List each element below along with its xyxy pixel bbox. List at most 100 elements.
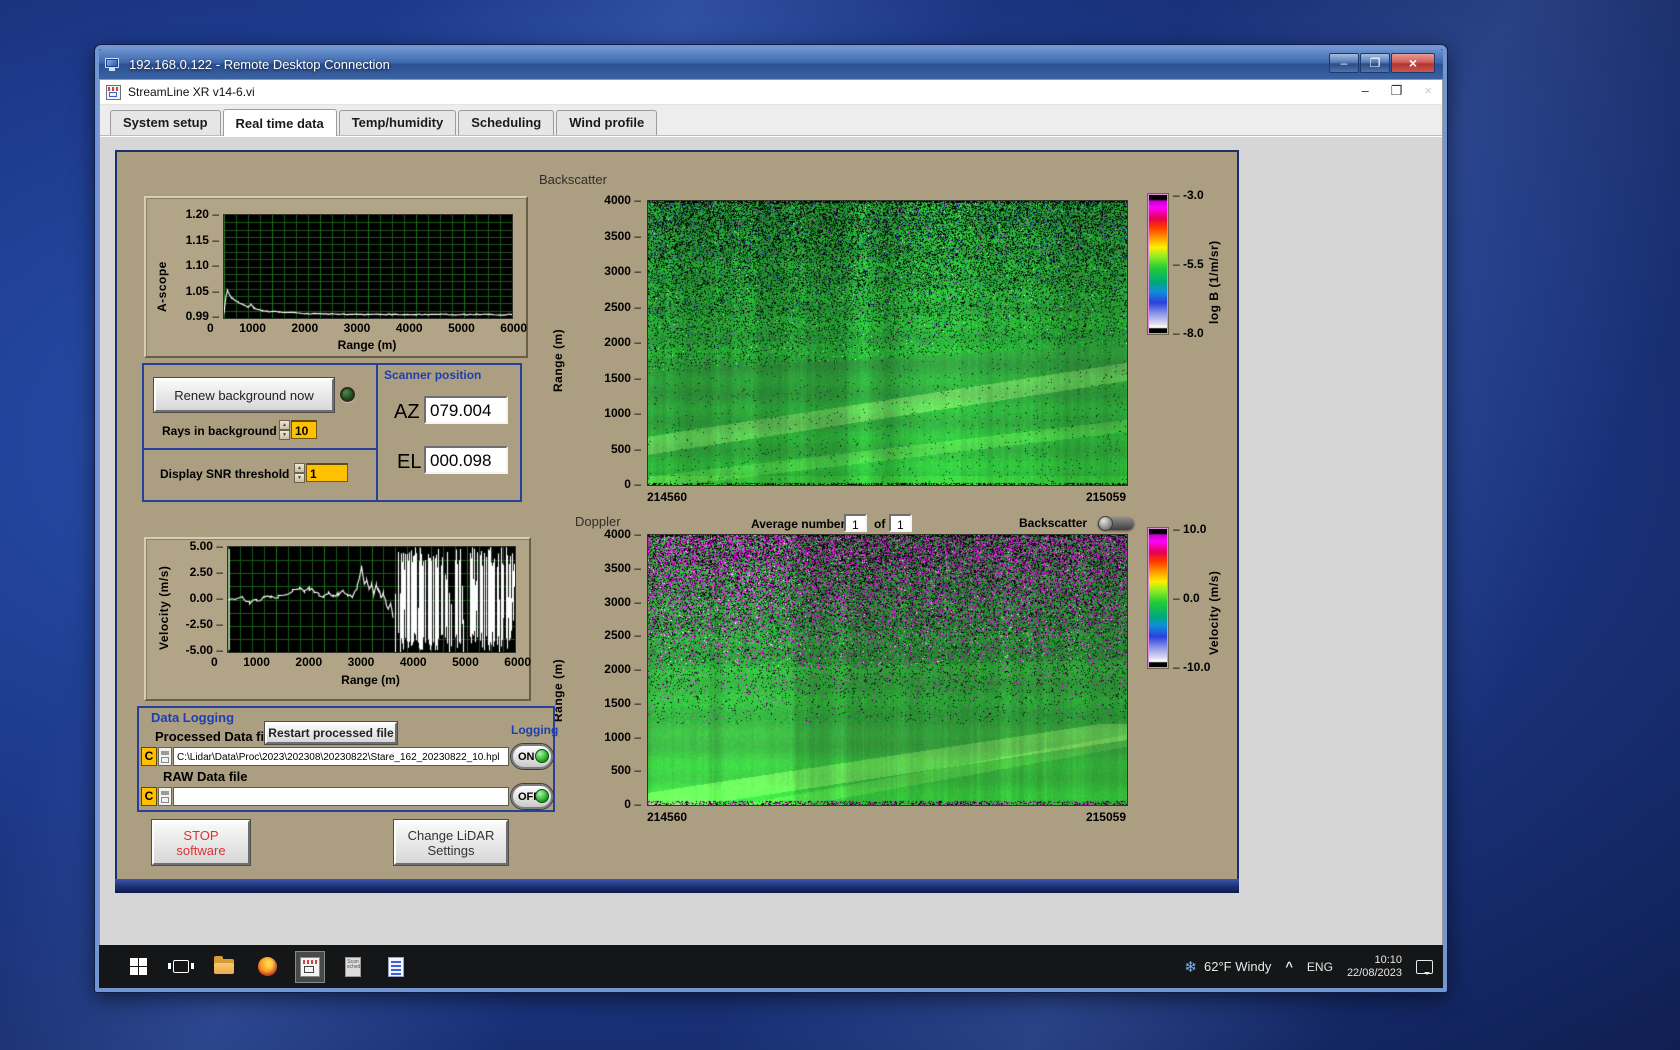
raw-logging-off-button[interactable]: OFF (511, 784, 553, 809)
ascope-plot (223, 214, 513, 319)
rdp-maximize-button[interactable]: ❐ (1360, 53, 1390, 73)
rays-value-field[interactable]: 10 (291, 420, 317, 439)
elevation-value-field[interactable]: 000.098 (424, 446, 508, 474)
tick-label: 4000 (591, 194, 641, 206)
notification-center-icon[interactable] (1416, 960, 1433, 974)
backscatter-y-ticks: 40003500300025002000150010005000 (591, 194, 641, 490)
backscatter-colorbar-label: log B (1/m/sr) (1207, 214, 1221, 324)
snr-value-field[interactable]: 1 (306, 463, 348, 482)
task-view-button[interactable] (166, 951, 196, 983)
processed-path-browse-icon[interactable] (158, 747, 172, 766)
tick-label: 5.00 (173, 540, 223, 552)
app-titlebar[interactable]: StreamLine XR v14-6.vi – ❐ × (100, 80, 1442, 105)
streamline-taskbar-button[interactable] (295, 951, 325, 983)
remote-desktop-window: 192.168.0.122 - Remote Desktop Connectio… (95, 45, 1447, 992)
scan-scheduler-button[interactable]: Scan sched (338, 951, 368, 983)
velocity-y-axis-label: Velocity (m/s) (157, 550, 171, 650)
tick-label: 0 (211, 656, 218, 668)
tab-real-time-data[interactable]: Real time data (223, 109, 337, 136)
processed-logging-on-button[interactable]: ON (511, 744, 553, 769)
tick-label: 4000 (591, 528, 641, 540)
tick-label: 10.0 (1173, 523, 1210, 535)
controls-divider (142, 448, 378, 450)
file-explorer-button[interactable] (209, 951, 239, 983)
streamline-app-window: StreamLine XR v14-6.vi – ❐ × System setu… (99, 79, 1443, 946)
tick-label: -5.5 (1173, 258, 1204, 270)
tab-scheduling[interactable]: Scheduling (458, 110, 554, 135)
tick-label: 5000 (448, 322, 475, 334)
labview-vi-icon (106, 85, 121, 100)
app-restore-button[interactable]: ❐ (1391, 83, 1403, 99)
average-number-field[interactable]: 1 (844, 514, 867, 532)
app-window-title: StreamLine XR v14-6.vi (128, 85, 255, 99)
restart-processed-file-button[interactable]: Restart processed file (265, 722, 397, 744)
taskbar-clock[interactable]: 10:10 22/08/2023 (1347, 954, 1402, 980)
tick-label: 1000 (591, 731, 641, 743)
average-total-field[interactable]: 1 (889, 514, 912, 532)
backscatter-doppler-toggle[interactable] (1098, 517, 1134, 530)
tick-label: 6000 (500, 322, 527, 334)
firefox-button[interactable] (252, 951, 282, 983)
rdp-titlebar[interactable]: 192.168.0.122 - Remote Desktop Connectio… (99, 49, 1443, 79)
tick-label: 2000 (291, 322, 318, 334)
tab-bar: System setup Real time data Temp/humidity S… (100, 105, 1442, 136)
raw-path-browse-icon[interactable] (158, 787, 172, 806)
rdp-minimize-button[interactable]: – (1329, 53, 1359, 73)
remote-desktop-icon (105, 58, 121, 71)
scanner-position-title: Scanner position (384, 368, 481, 382)
weather-icon: ❄ (1184, 958, 1197, 976)
doppler-colorbar-ticks: 10.00.0-10.0 (1173, 523, 1210, 673)
azimuth-value-field[interactable]: 079.004 (424, 396, 508, 424)
off-led-icon (535, 789, 549, 803)
tick-label: 1.20 (169, 208, 219, 220)
velocity-x-ticks: 0 1000 2000 3000 4000 5000 6000 (211, 656, 531, 668)
scanner-position-box: Scanner position AZ 079.004 EL 000.098 (376, 363, 522, 502)
start-button[interactable] (123, 951, 153, 983)
processed-path-field[interactable]: C:\Lidar\Data\Proc\2023\202308\20230822\… (173, 747, 509, 766)
tick-label: 1000 (243, 656, 270, 668)
data-logging-box: Data Logging Processed Data file Restart… (137, 706, 555, 812)
notepad-doc-button[interactable] (381, 951, 411, 983)
renew-background-led (340, 387, 355, 402)
stop-button-line2: software (176, 843, 225, 858)
tick-label: 1500 (591, 697, 641, 709)
backscatter-toggle-label: Backscatter (1019, 516, 1087, 530)
tick-label: 2500 (591, 301, 641, 313)
tab-wind-profile[interactable]: Wind profile (556, 110, 657, 135)
rays-in-background-label: Rays in background (162, 424, 277, 438)
app-content: Backscatter A-scope 1.201.151.101.050.99… (100, 137, 1442, 945)
backscatter-colorbar-ticks: -3.0 -5.5 -8.0 (1173, 189, 1204, 339)
language-indicator[interactable]: ENG (1307, 960, 1333, 974)
tick-label: 3000 (348, 656, 375, 668)
raw-path-field[interactable] (173, 787, 509, 806)
tick-label: 2500 (591, 629, 641, 641)
snr-spinner[interactable]: ▲ ▼ (294, 463, 305, 482)
change-button-line1: Change LiDAR (408, 828, 495, 843)
stop-software-button[interactable]: STOP software (152, 820, 250, 865)
rdp-close-button[interactable]: × (1391, 53, 1435, 73)
tick-label: 500 (591, 764, 641, 776)
weather-text: 62°F Windy (1204, 959, 1271, 974)
streamline-app-icon (300, 957, 320, 977)
weather-widget[interactable]: ❄ 62°F Windy (1184, 958, 1271, 976)
tray-chevron-icon[interactable]: ^ (1285, 959, 1293, 974)
tab-temp-humidity[interactable]: Temp/humidity (339, 110, 456, 135)
tab-system-setup[interactable]: System setup (110, 110, 221, 135)
firefox-icon (258, 957, 277, 976)
raw-path-type-button[interactable]: C (141, 787, 157, 806)
tick-label: 3000 (591, 265, 641, 277)
processed-data-file-label: Processed Data file (155, 729, 275, 744)
app-close-button[interactable]: × (1424, 83, 1432, 99)
ascope-y-ticks: 1.201.151.101.050.99 (169, 208, 219, 322)
app-minimize-button[interactable]: – (1362, 83, 1369, 99)
rays-spinner[interactable]: ▲ ▼ (279, 420, 290, 439)
logging-label: Logging (511, 723, 558, 737)
processed-path-type-button[interactable]: C (141, 747, 157, 766)
tick-label: 3000 (344, 322, 371, 334)
backscatter-colorbar (1148, 194, 1168, 334)
doppler-y-ticks: 40003500300025002000150010005000 (591, 528, 641, 810)
renew-background-button[interactable]: Renew background now (154, 378, 334, 412)
tick-label: 3500 (591, 562, 641, 574)
tick-label: 3000 (591, 596, 641, 608)
change-lidar-settings-button[interactable]: Change LiDAR Settings (394, 820, 508, 865)
